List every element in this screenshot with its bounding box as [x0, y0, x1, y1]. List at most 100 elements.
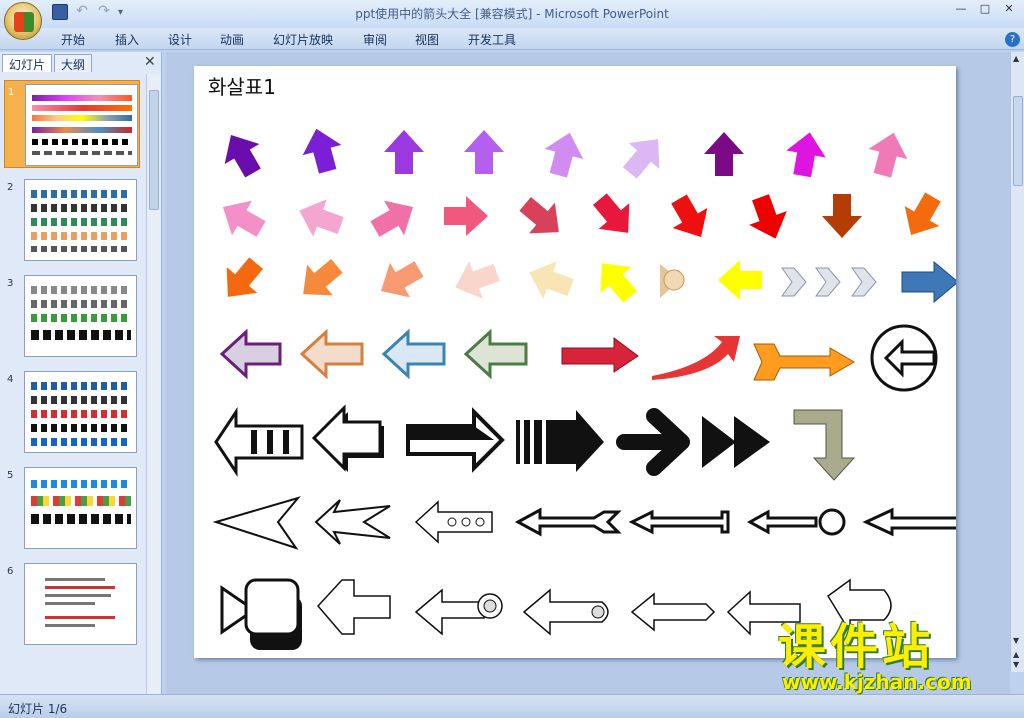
- arrow-shape[interactable]: [290, 250, 350, 310]
- arrow-shape[interactable]: [299, 328, 364, 380]
- window-controls: — □ ✕: [950, 2, 1020, 16]
- slide-thumb-image: [24, 563, 137, 645]
- arrow-shape[interactable]: [414, 500, 493, 544]
- arrow-shape[interactable]: [614, 126, 674, 186]
- slide-thumb-4[interactable]: 4: [4, 368, 140, 456]
- arrow-shape[interactable]: [702, 416, 770, 468]
- arrow-shape[interactable]: [512, 188, 572, 248]
- arrow-shape[interactable]: [314, 499, 391, 545]
- arrow-shape[interactable]: [212, 250, 272, 310]
- arrow-shape[interactable]: [384, 130, 424, 174]
- arrow-gallery: [212, 123, 956, 650]
- slide-number: 6: [7, 566, 14, 577]
- slides-pane: 幻灯片 大纲 ✕ 1 2 3 4 5 6: [0, 52, 162, 694]
- arrow-shape[interactable]: [781, 267, 877, 297]
- arrow-shape[interactable]: [652, 336, 740, 380]
- arrow-shape[interactable]: [522, 253, 578, 307]
- arrow-shape[interactable]: [406, 407, 505, 473]
- arrow-shape[interactable]: [616, 408, 690, 476]
- slide-number: 4: [7, 374, 14, 385]
- arrow-shape[interactable]: [212, 496, 301, 550]
- tab-developer[interactable]: 开发工具: [468, 31, 516, 48]
- scroll-up-icon[interactable]: ▲: [1013, 54, 1019, 63]
- tab-view[interactable]: 视图: [415, 31, 439, 48]
- window-title: ppt使用中的箭头大全 [兼容模式] - Microsoft PowerPoin…: [355, 7, 669, 21]
- tab-animations[interactable]: 动画: [220, 31, 244, 48]
- arrow-shape[interactable]: [514, 507, 622, 537]
- arrow-shape[interactable]: [364, 189, 424, 247]
- arrow-shape[interactable]: [862, 127, 914, 181]
- slide-number: 2: [7, 182, 14, 193]
- arrow-shape[interactable]: [464, 130, 504, 174]
- arrow-shape[interactable]: [901, 260, 956, 304]
- slide-number: 5: [7, 470, 14, 481]
- office-logo-icon: [14, 12, 34, 32]
- tab-home[interactable]: 开始: [61, 31, 85, 48]
- arrow-shape[interactable]: [822, 194, 862, 238]
- scrollbar-thumb[interactable]: [1013, 96, 1023, 186]
- arrow-shape[interactable]: [292, 191, 348, 245]
- arrow-shape[interactable]: [516, 410, 604, 472]
- arrow-shape[interactable]: [522, 588, 609, 636]
- slide-thumb-6[interactable]: 6: [4, 560, 140, 648]
- arrow-shape[interactable]: [661, 188, 719, 248]
- arrow-shape[interactable]: [586, 250, 646, 310]
- tab-outline[interactable]: 大纲: [54, 54, 93, 72]
- arrow-shape[interactable]: [753, 343, 855, 381]
- tab-slideshow[interactable]: 幻灯片放映: [273, 31, 333, 48]
- tab-insert[interactable]: 插入: [115, 31, 139, 48]
- watermark-text: 课件站: [778, 619, 935, 675]
- slide-thumbnails: 1 2 3 4 5 6: [0, 74, 146, 694]
- arrow-shape[interactable]: [718, 260, 762, 300]
- arrow-shape[interactable]: [316, 579, 391, 635]
- arrow-shape[interactable]: [561, 337, 639, 373]
- arrow-shape[interactable]: [448, 253, 504, 307]
- pane-scrollbar[interactable]: [146, 74, 160, 694]
- arrow-shape[interactable]: [782, 128, 830, 180]
- arrow-shape[interactable]: [220, 578, 302, 650]
- arrow-shape[interactable]: [630, 592, 716, 632]
- arrow-shape[interactable]: [870, 324, 938, 392]
- office-button[interactable]: [4, 2, 42, 40]
- minimize-button[interactable]: —: [950, 2, 972, 16]
- tab-review[interactable]: 审阅: [363, 31, 387, 48]
- arrow-shape[interactable]: [660, 264, 685, 298]
- arrow-shape[interactable]: [746, 508, 846, 536]
- arrow-shape[interactable]: [219, 328, 282, 380]
- arrow-shape[interactable]: [893, 186, 951, 246]
- slide-thumb-1[interactable]: 1: [4, 80, 140, 168]
- arrow-shape[interactable]: [862, 507, 956, 537]
- arrow-shape[interactable]: [296, 123, 348, 177]
- arrow-shape[interactable]: [628, 509, 730, 535]
- maximize-button[interactable]: □: [974, 2, 996, 16]
- slide-thumb-image: [24, 467, 137, 549]
- tab-design[interactable]: 设计: [168, 31, 192, 48]
- slide-thumb-2[interactable]: 2: [4, 176, 140, 264]
- arrow-shape[interactable]: [463, 328, 528, 380]
- arrow-shape[interactable]: [311, 404, 384, 472]
- arrow-shape[interactable]: [741, 190, 795, 246]
- slide-canvas[interactable]: 화살표1: [194, 66, 956, 658]
- arrow-shape[interactable]: [214, 407, 304, 477]
- slide-number: 3: [7, 278, 14, 289]
- arrow-shape[interactable]: [793, 409, 856, 481]
- arrow-shape[interactable]: [381, 328, 446, 380]
- ribbon-tabs: 开始 插入 设计 动画 幻灯片放映 审阅 视图 开发工具: [0, 28, 1024, 50]
- scrollbar-thumb[interactable]: [149, 90, 159, 210]
- tab-slides[interactable]: 幻灯片: [2, 54, 53, 72]
- arrow-shape[interactable]: [370, 251, 430, 309]
- slide-thumb-3[interactable]: 3: [4, 272, 140, 360]
- slide-thumb-5[interactable]: 5: [4, 464, 140, 552]
- arrow-shape[interactable]: [704, 132, 744, 176]
- editor-scrollbar[interactable]: ▲ ▼ ▲ ▼: [1010, 52, 1024, 672]
- arrow-shape[interactable]: [213, 124, 271, 184]
- slide-thumb-image: [24, 371, 137, 453]
- arrow-shape[interactable]: [212, 189, 272, 247]
- arrow-shape[interactable]: [444, 196, 488, 236]
- close-icon[interactable]: ✕: [144, 54, 156, 70]
- close-button[interactable]: ✕: [998, 2, 1020, 16]
- arrow-shape[interactable]: [414, 588, 503, 636]
- help-icon[interactable]: ?: [1005, 32, 1020, 47]
- arrow-shape[interactable]: [538, 127, 590, 181]
- arrow-shape[interactable]: [584, 186, 644, 246]
